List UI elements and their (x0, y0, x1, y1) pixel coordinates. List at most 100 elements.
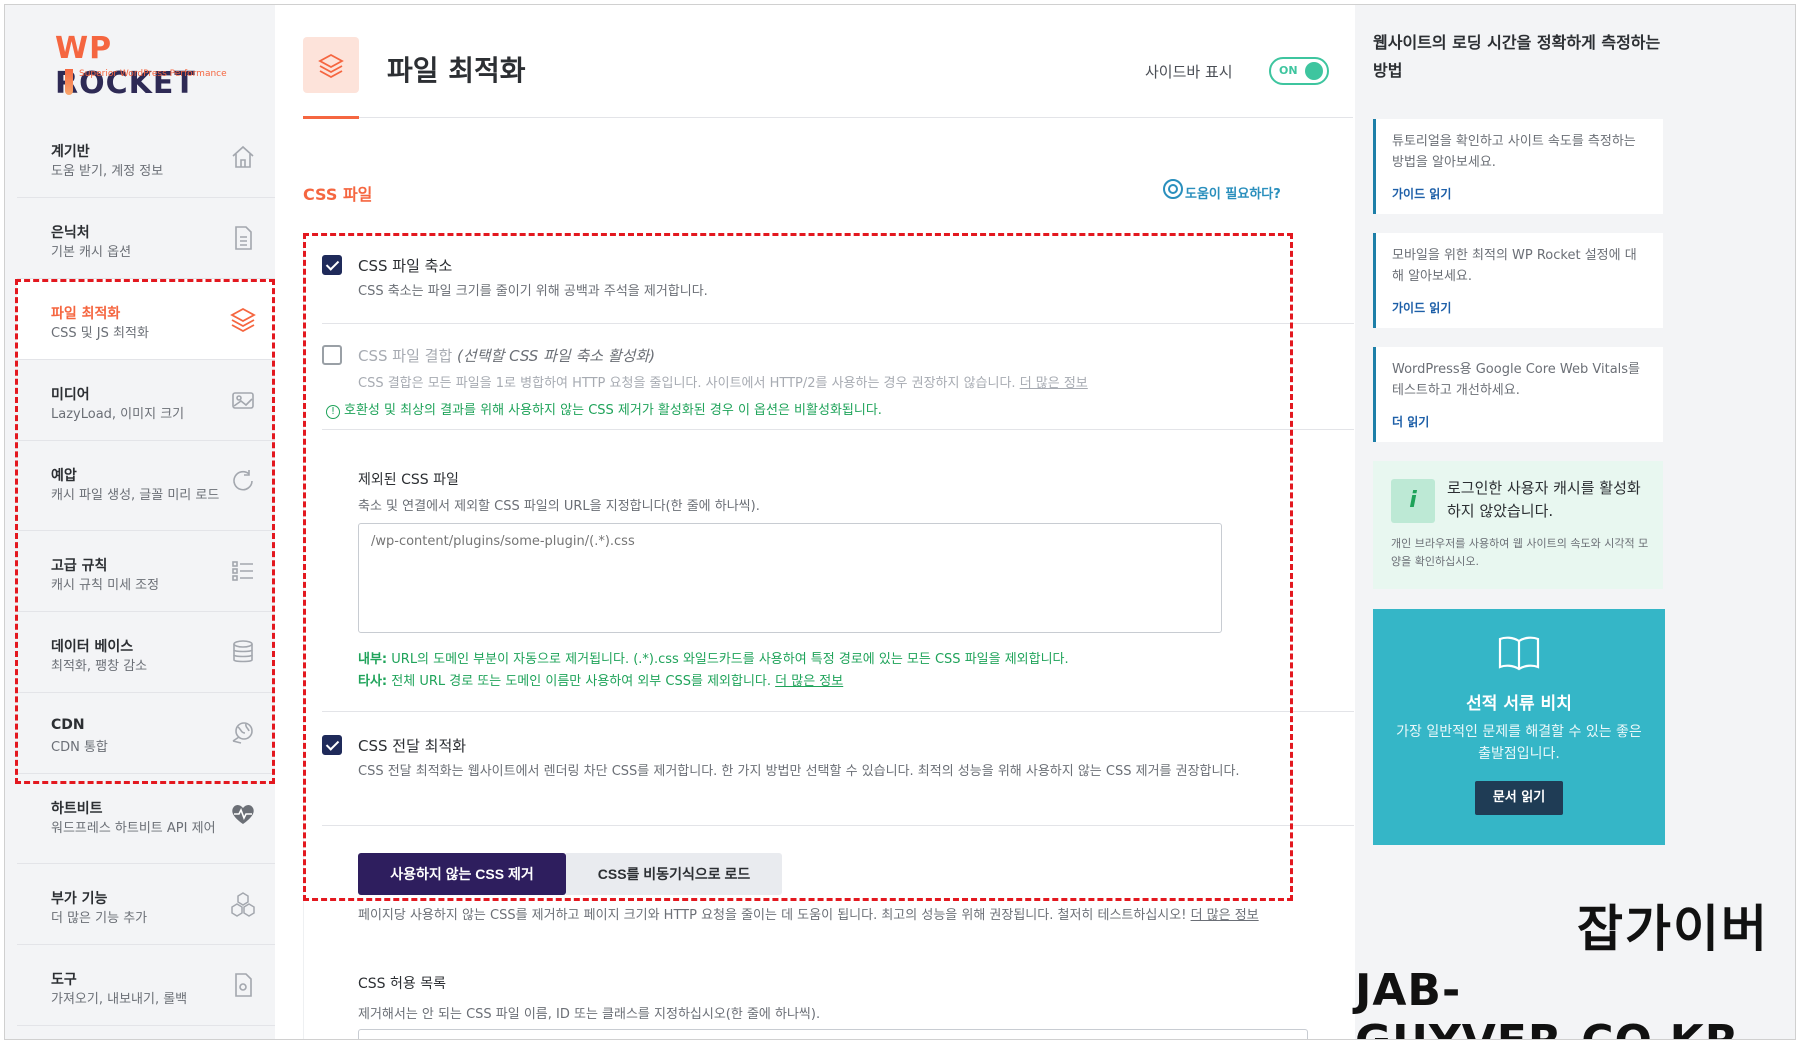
divider (322, 825, 1354, 826)
safelist-textarea[interactable] (358, 1029, 1308, 1039)
image-icon (232, 392, 254, 409)
guide-card: 튜토리얼을 확인하고 사이트 속도를 측정하는 방법을 알아보세요. 가이드 읽… (1373, 119, 1663, 214)
sidebar-item-title: 파일 최적화 (51, 306, 121, 322)
sidebar-item-title: 은닉처 (51, 225, 90, 241)
notice-title: 로그인한 사용자 캐시를 활성화하지 않았습니다. (1447, 479, 1641, 520)
sidebar-item-dashboard[interactable]: 계기반 도움 받기, 계정 정보 (17, 117, 275, 198)
sidebar-item-title: 하트비트 (51, 801, 103, 817)
note-internal-label: 내부: (358, 652, 388, 667)
card-link[interactable]: 더 읽기 (1392, 413, 1647, 430)
sidebar-item-subtitle: 최적화, 팽창 감소 (51, 659, 148, 674)
card-text: 튜토리얼을 확인하고 사이트 속도를 측정하는 방법을 알아보세요. (1392, 134, 1636, 170)
option-title: CSS 파일 결합 (선택할 CSS 파일 축소 활성화) (358, 345, 655, 366)
sidebar-item-subtitle: 가져오기, 내보내기, 롤백 (51, 992, 188, 1007)
option-title: CSS 전달 최적화 (358, 737, 467, 755)
safelist-label: CSS 허용 목록 (358, 976, 446, 992)
read-docs-button[interactable]: 문서 읽기 (1475, 781, 1563, 815)
globe-icon (232, 722, 253, 744)
sidebar-item-title: 고급 규칙 (51, 558, 108, 574)
css-options-panel: CSS 파일 축소 CSS 축소는 파일 크기를 줄이기 위해 공백과 주석을 … (303, 233, 1354, 1039)
header-divider (303, 117, 1353, 118)
guide-card: 모바일을 위한 최적의 WP Rocket 설정에 대해 알아보세요. 가이드 … (1373, 233, 1663, 328)
sidebar-item-subtitle: 더 많은 기능 추가 (51, 911, 148, 926)
css-delivery-checkbox[interactable] (322, 735, 342, 755)
sidebar-item-subtitle: CSS 및 JS 최적화 (51, 326, 149, 341)
sidebar-item-subtitle: 도움 받기, 계정 정보 (51, 164, 164, 179)
sidebar-item-preload[interactable]: 예압 캐시 파일 생성, 글꼴 미리 로드 (17, 441, 275, 531)
more-info-link[interactable]: 더 많은 정보 (1191, 908, 1259, 923)
logo-tagline: Superior WordPress Performance (79, 69, 227, 79)
sidebar-item-database[interactable]: 데이터 베이스 최적화, 팽창 감소 (17, 612, 275, 693)
flame-icon (65, 69, 73, 95)
combine-warning: ! 호환성 및 최상의 결과를 위해 사용하지 않는 CSS 제거가 활성화된 경… (326, 399, 882, 419)
excluded-css-label: 제외된 CSS 파일 (358, 472, 459, 488)
info-icon: i (1391, 479, 1435, 523)
sidebar-item-heartbeat[interactable]: 하트비트 워드프레스 하트비트 API 제어 (17, 774, 275, 864)
docs-title: 선적 서류 비치 (1466, 694, 1572, 714)
combine-title-note: (선택할 CSS 파일 축소 활성화) (457, 347, 656, 365)
heart-icon (232, 805, 254, 824)
toggle-knob (1305, 62, 1323, 80)
sidebar-item-cdn[interactable]: CDN CDN 통합 (17, 693, 275, 774)
layers-icon (318, 53, 344, 79)
sidebar-item-title: 도구 (51, 972, 77, 988)
sidebar-toggle[interactable]: ON (1269, 57, 1329, 85)
divider (322, 429, 1354, 430)
more-info-link[interactable]: 더 많은 정보 (775, 674, 843, 689)
sidebar-item-file-optimization[interactable]: 파일 최적화 CSS 및 JS 최적화 (17, 279, 275, 360)
card-text: 모바일을 위한 최적의 WP Rocket 설정에 대해 알아보세요. (1392, 248, 1637, 284)
sidebar-item-advanced-rules[interactable]: 고급 규칙 캐시 규칙 미세 조정 (17, 531, 275, 612)
sidebar-nav: 계기반 도움 받기, 계정 정보 은닉처 기본 캐시 옵션 파일 최적화 CSS… (17, 117, 275, 1026)
layers-icon (230, 307, 256, 333)
note-internal-text: URL의 도메인 부분이 자동으로 제거됩니다. (.*).css 와일드카드를… (391, 652, 1069, 667)
minify-css-checkbox[interactable] (322, 255, 342, 275)
remove-unused-css-button[interactable]: 사용하지 않는 CSS 제거 (358, 853, 566, 895)
sidebar-toggle-label: 사이드바 표시 (1145, 63, 1233, 81)
docs-text: 가장 일반적인 문제를 해결할 수 있는 좋은 출발점입니다. (1396, 724, 1642, 762)
help-link[interactable]: 도움이 필요하다? (1185, 183, 1281, 202)
remove-unused-desc-text: 페이지당 사용하지 않는 CSS를 제거하고 페이지 크기와 HTTP 요청을 … (358, 908, 1187, 923)
watermark-latin: JAB-GUYVER.CO.KR (1355, 965, 1739, 1039)
sidebar-item-title: 미디어 (51, 387, 90, 403)
card-link[interactable]: 가이드 읽기 (1392, 299, 1647, 316)
card-link[interactable]: 가이드 읽기 (1392, 185, 1647, 202)
home-icon (232, 145, 254, 168)
more-info-link[interactable]: 더 많은 정보 (1020, 376, 1088, 391)
excluded-css-textarea[interactable] (358, 523, 1222, 633)
main-content: 파일 최적화 사이드바 표시 ON CSS 파일 도움이 필요하다? CSS 파… (275, 5, 1355, 1039)
note-internal: 내부: URL의 도메인 부분이 자동으로 제거됩니다. (.*).css 와일… (358, 649, 1298, 671)
sidebar-item-media[interactable]: 미디어 LazyLoad, 이미지 크기 (17, 360, 275, 441)
sidebar-item-subtitle: 기본 캐시 옵션 (51, 245, 132, 260)
section-title: CSS 파일 (303, 185, 373, 204)
sidebar-item-title: 데이터 베이스 (51, 639, 134, 655)
page-title: 파일 최적화 (387, 54, 526, 87)
note-external: 타사: 전체 URL 경로 또는 도메인 이름만 사용하여 외부 CSS를 제외… (358, 671, 1298, 693)
sidebar-item-title: 예압 (51, 468, 77, 484)
sidebar-item-subtitle: 캐시 파일 생성, 글꼴 미리 로드 (51, 488, 220, 503)
option-desc: CSS 축소는 파일 크기를 줄이기 위해 공백과 주석을 제거합니다. (358, 284, 708, 299)
excluded-note: 내부: URL의 도메인 부분이 자동으로 제거됩니다. (.*).css 와일… (358, 649, 1298, 693)
list-icon (232, 561, 253, 581)
divider (322, 323, 1354, 324)
sidebar-item-subtitle: 워드프레스 하트비트 API 제어 (51, 821, 216, 836)
notice-text: 개인 브라우저를 사용하여 웹 사이트의 속도와 시각적 모양을 확인하십시오. (1391, 537, 1649, 568)
wp-rocket-logo[interactable]: WP ROCKET Superior WordPress Performance (55, 31, 245, 101)
sidebar-item-cache[interactable]: 은닉처 기본 캐시 옵션 (17, 198, 275, 279)
app-window: WP ROCKET Superior WordPress Performance… (4, 4, 1796, 1040)
sidebar-item-addons[interactable]: 부가 기능 더 많은 기능 추가 (17, 864, 275, 945)
safelist-desc: 제거해서는 안 되는 CSS 파일 이름, ID 또는 클래스를 지정하십시오(… (358, 1007, 821, 1022)
sidebar-item-tools[interactable]: 도구 가져오기, 내보내기, 롤백 (17, 945, 275, 1026)
lifebuoy-icon[interactable] (1163, 179, 1183, 199)
load-css-async-button[interactable]: CSS를 비동기식으로 로드 (566, 853, 782, 895)
option-desc: CSS 결합은 모든 파일을 1로 병합하여 HTTP 요청을 줄입니다. 사이… (358, 373, 1088, 395)
refresh-icon (233, 470, 253, 491)
card-text: WordPress용 Google Core Web Vitals를 테스트하고… (1392, 362, 1641, 398)
page-icon (303, 37, 359, 93)
note-external-label: 타사: (358, 674, 388, 689)
file-icon (235, 226, 252, 250)
sidebar-item-title: CDN (51, 717, 85, 733)
combine-css-checkbox[interactable] (322, 345, 342, 365)
watermark-korean: 잡가이버 (1577, 900, 1769, 958)
remove-unused-css-desc: 페이지당 사용하지 않는 CSS를 제거하고 페이지 크기와 HTTP 요청을 … (358, 905, 1308, 927)
database-icon (233, 640, 253, 663)
